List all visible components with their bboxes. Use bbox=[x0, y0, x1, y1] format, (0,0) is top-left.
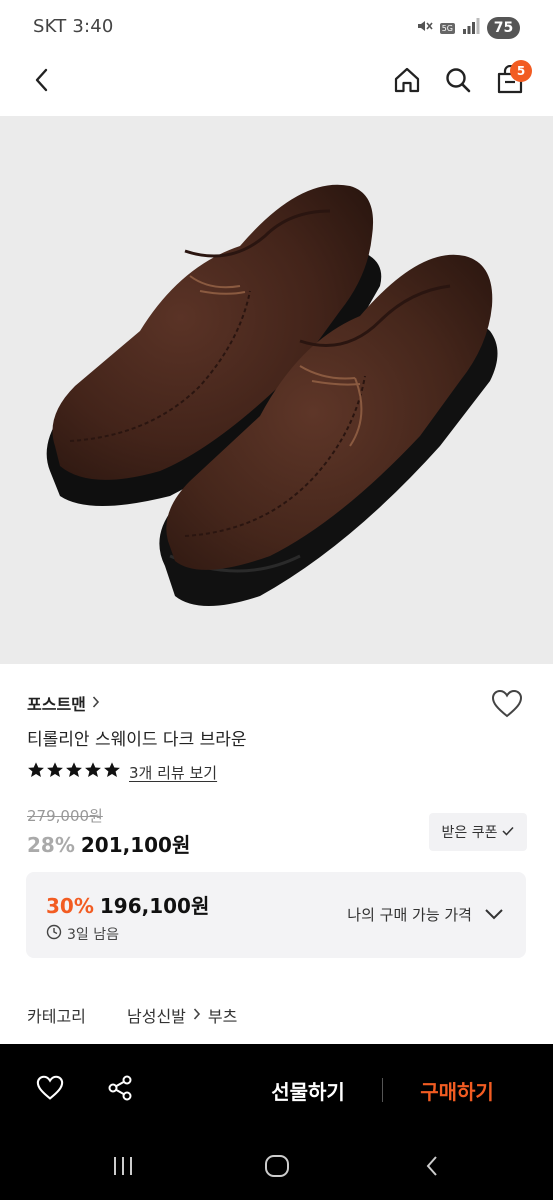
timer-row: 3일 남음 bbox=[46, 924, 119, 944]
cart-count-badge: 5 bbox=[510, 60, 532, 82]
buy-button[interactable]: 구매하기 bbox=[403, 1072, 511, 1108]
star-icon bbox=[65, 761, 83, 783]
home-button[interactable] bbox=[389, 64, 425, 100]
recent-apps-icon bbox=[111, 1155, 135, 1181]
category-link-boots[interactable]: 부츠 bbox=[208, 1003, 237, 1027]
search-icon bbox=[444, 66, 472, 98]
system-nav-bar bbox=[0, 1136, 553, 1200]
home-icon bbox=[392, 65, 422, 99]
my-price: 196,100원 bbox=[99, 894, 210, 918]
coupon-button[interactable]: 받은 쿠폰 bbox=[429, 813, 527, 851]
my-discount-rate: 30% bbox=[46, 894, 94, 918]
product-name: 티롤리안 스웨이드 다크 브라운 bbox=[27, 730, 247, 750]
back-button[interactable] bbox=[24, 64, 60, 100]
home-circle-icon bbox=[264, 1154, 290, 1182]
status-bar: SKT 3:40 5G 75 bbox=[0, 0, 553, 56]
review-link[interactable]: 3개 리뷰 보기 bbox=[129, 762, 217, 783]
product-image[interactable] bbox=[0, 116, 553, 664]
cart-button[interactable]: 5 bbox=[492, 60, 532, 100]
clock-icon bbox=[46, 924, 62, 944]
status-carrier-time: SKT 3:40 bbox=[33, 16, 114, 37]
gift-button[interactable]: 선물하기 bbox=[255, 1072, 361, 1108]
home-nav-button[interactable] bbox=[257, 1152, 297, 1184]
recent-apps-button[interactable] bbox=[103, 1152, 143, 1184]
product-info: 포스트맨 티롤리안 스웨이드 다크 브라운 3개 리뷰 보기 279,000원 … bbox=[0, 664, 553, 1044]
category-link-mens-shoes[interactable]: 남성신발 bbox=[127, 1003, 186, 1027]
category-breadcrumb: 남성신발 부츠 bbox=[127, 1003, 237, 1027]
category-label: 카테고리 bbox=[27, 1007, 86, 1026]
heart-icon bbox=[36, 1075, 64, 1105]
check-icon bbox=[502, 824, 515, 840]
share-icon bbox=[106, 1074, 134, 1106]
network-badge: 5G bbox=[439, 22, 455, 34]
rating-row: 3개 리뷰 보기 bbox=[27, 761, 217, 783]
signal-icon bbox=[462, 18, 480, 38]
category-row: 카테고리 남성신발 부츠 bbox=[27, 1003, 237, 1027]
original-price: 279,000원 bbox=[27, 807, 103, 825]
price-row: 28% 201,100원 bbox=[27, 829, 190, 858]
status-icons: 5G 75 bbox=[415, 16, 520, 40]
share-button[interactable] bbox=[102, 1072, 138, 1108]
my-price-toggle: 나의 구매 가능 가격 bbox=[347, 904, 504, 925]
wishlist-button[interactable] bbox=[489, 688, 525, 724]
sale-price: 201,100원 bbox=[80, 833, 191, 857]
brand-name: 포스트맨 bbox=[27, 695, 86, 714]
bottom-action-bar: 선물하기 구매하기 bbox=[0, 1044, 553, 1136]
divider bbox=[382, 1078, 383, 1102]
my-price-box[interactable]: 30% 196,100원 3일 남음 나의 구매 가능 가격 bbox=[26, 872, 526, 958]
search-button[interactable] bbox=[440, 64, 476, 100]
discount-rate: 28% bbox=[27, 833, 75, 857]
chevron-left-icon bbox=[424, 1154, 440, 1182]
star-icon bbox=[27, 761, 45, 783]
remaining-time: 3일 남음 bbox=[67, 927, 119, 943]
star-rating bbox=[27, 761, 121, 783]
heart-icon bbox=[491, 689, 523, 723]
battery-indicator: 75 bbox=[487, 17, 520, 39]
star-icon bbox=[84, 761, 102, 783]
star-icon bbox=[103, 761, 121, 783]
my-price-label: 나의 구매 가능 가격 bbox=[347, 906, 472, 924]
coupon-label: 받은 쿠폰 bbox=[441, 825, 498, 841]
chevron-right-icon bbox=[92, 694, 100, 713]
mute-icon bbox=[415, 17, 433, 39]
back-nav-button[interactable] bbox=[412, 1152, 452, 1184]
back-arrow-icon bbox=[32, 67, 52, 97]
shoe-illustration bbox=[46, 184, 498, 606]
my-price-row: 30% 196,100원 bbox=[46, 890, 209, 919]
star-icon bbox=[46, 761, 64, 783]
like-button[interactable] bbox=[32, 1072, 68, 1108]
chevron-right-icon bbox=[193, 1006, 201, 1025]
brand-link[interactable]: 포스트맨 bbox=[27, 691, 100, 715]
chevron-down-icon bbox=[484, 906, 504, 924]
app-header: 5 bbox=[0, 56, 553, 116]
